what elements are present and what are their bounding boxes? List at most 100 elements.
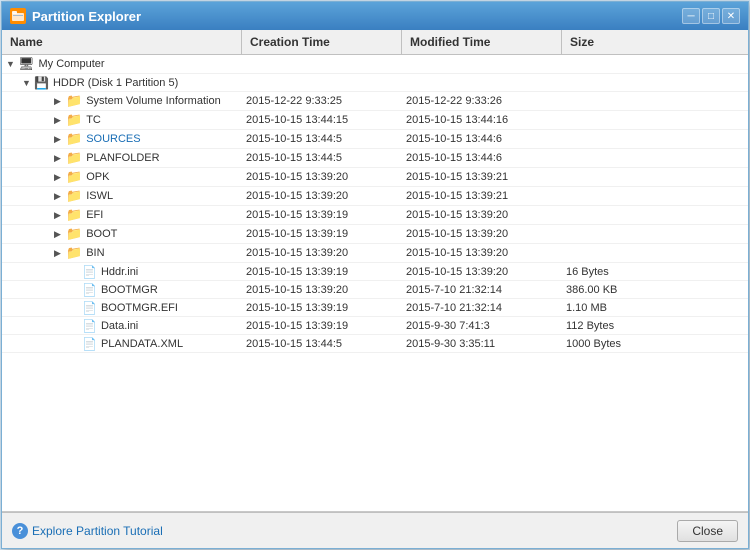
file-icon: 📄 bbox=[82, 337, 97, 351]
item-label[interactable]: Hddr.ini bbox=[101, 266, 138, 278]
tree-area[interactable]: ▼ 🖥 My Computer ▼ 💾 HDDR (Disk 1 Partiti… bbox=[2, 55, 748, 511]
item-name-cell[interactable]: ▶ 📁 OPK bbox=[2, 168, 242, 186]
folder-icon: 📁 bbox=[66, 112, 82, 128]
item-size: 1000 Bytes bbox=[562, 337, 682, 351]
item-label[interactable]: PLANFOLDER bbox=[86, 152, 159, 164]
item-label[interactable]: TC bbox=[86, 114, 101, 126]
file-icon: 📄 bbox=[82, 319, 97, 333]
item-label[interactable]: EFI bbox=[86, 209, 103, 221]
maximize-button[interactable]: □ bbox=[702, 8, 720, 24]
item-creation: 2015-10-15 13:39:20 bbox=[242, 170, 402, 184]
item-name-cell[interactable]: ▶ 📄 Hddr.ini bbox=[2, 264, 242, 280]
item-label[interactable]: BIN bbox=[86, 247, 104, 259]
item-size bbox=[562, 252, 682, 254]
item-modified: 2015-10-15 13:39:20 bbox=[402, 227, 562, 241]
expand-icon[interactable]: ▶ bbox=[54, 134, 64, 145]
hddr-name-cell[interactable]: ▼ 💾 HDDR (Disk 1 Partition 5) bbox=[2, 75, 242, 91]
item-creation: 2015-10-15 13:39:20 bbox=[242, 189, 402, 203]
item-name-cell[interactable]: ▶ 📄 Data.ini bbox=[2, 318, 242, 334]
tree-row: ▶ 📁 SOURCES 2015-10-15 13:44:5 2015-10-1… bbox=[2, 130, 748, 149]
tree-row: ▶ 📄 BOOTMGR.EFI 2015-10-15 13:39:19 2015… bbox=[2, 299, 748, 317]
mycomputer-label[interactable]: My Computer bbox=[39, 58, 105, 70]
item-label[interactable]: BOOT bbox=[86, 228, 117, 240]
item-name-cell[interactable]: ▶ 📁 ISWL bbox=[2, 187, 242, 205]
expand-icon[interactable]: ▶ bbox=[54, 172, 64, 183]
expand-icon[interactable]: ▶ bbox=[54, 96, 64, 107]
item-label[interactable]: ISWL bbox=[86, 190, 113, 202]
tree-row: ▶ 📄 Hddr.ini 2015-10-15 13:39:19 2015-10… bbox=[2, 263, 748, 281]
item-size: 1.10 MB bbox=[562, 301, 682, 315]
item-label[interactable]: BOOTMGR bbox=[101, 284, 158, 296]
no-expand: ▶ bbox=[70, 266, 80, 277]
item-size: 112 Bytes bbox=[562, 319, 682, 333]
content-area: Name Creation Time Modified Time Size ▼ … bbox=[2, 30, 748, 511]
file-icon: 📄 bbox=[82, 283, 97, 297]
column-header-row: Name Creation Time Modified Time Size bbox=[2, 30, 748, 55]
folder-icon: 📁 bbox=[66, 188, 82, 204]
expand-icon[interactable]: ▶ bbox=[54, 153, 64, 164]
item-creation: 2015-10-15 13:44:15 bbox=[242, 113, 402, 127]
item-name-cell[interactable]: ▶ 📁 SOURCES bbox=[2, 130, 242, 148]
col-creation: Creation Time bbox=[242, 30, 402, 54]
expand-icon-hddr[interactable]: ▼ bbox=[22, 78, 32, 88]
item-label[interactable]: Data.ini bbox=[101, 320, 138, 332]
item-size: 16 Bytes bbox=[562, 265, 682, 279]
item-size bbox=[562, 195, 682, 197]
hddr-creation bbox=[242, 82, 402, 84]
item-modified: 2015-10-15 13:44:6 bbox=[402, 132, 562, 146]
item-label[interactable]: BOOTMGR.EFI bbox=[101, 302, 178, 314]
minimize-button[interactable]: ─ bbox=[682, 8, 700, 24]
item-modified: 2015-9-30 7:41:3 bbox=[402, 319, 562, 333]
item-label[interactable]: PLANDATA.XML bbox=[101, 338, 183, 350]
item-label[interactable]: OPK bbox=[86, 171, 109, 183]
expand-icon-mycomputer[interactable]: ▼ bbox=[6, 59, 16, 69]
item-name-cell[interactable]: ▶ 📁 BOOT bbox=[2, 225, 242, 243]
item-size bbox=[562, 119, 682, 121]
item-creation: 2015-10-15 13:44:5 bbox=[242, 132, 402, 146]
tree-row: ▶ 📁 EFI 2015-10-15 13:39:19 2015-10-15 1… bbox=[2, 206, 748, 225]
tree-row: ▶ 📁 OPK 2015-10-15 13:39:20 2015-10-15 1… bbox=[2, 168, 748, 187]
item-label[interactable]: System Volume Information bbox=[86, 95, 221, 107]
tree-row-mycomputer: ▼ 🖥 My Computer bbox=[2, 55, 748, 74]
item-creation: 2015-10-15 13:39:19 bbox=[242, 319, 402, 333]
no-expand: ▶ bbox=[70, 302, 80, 313]
item-label[interactable]: SOURCES bbox=[86, 133, 140, 145]
item-modified: 2015-10-15 13:39:20 bbox=[402, 265, 562, 279]
no-expand: ▶ bbox=[70, 338, 80, 349]
item-name-cell[interactable]: ▶ 📄 BOOTMGR bbox=[2, 282, 242, 298]
tutorial-label[interactable]: Explore Partition Tutorial bbox=[32, 524, 163, 538]
item-name-cell[interactable]: ▶ 📁 TC bbox=[2, 111, 242, 129]
item-name-cell[interactable]: ▶ 📁 BIN bbox=[2, 244, 242, 262]
file-icon: 📄 bbox=[82, 265, 97, 279]
expand-icon[interactable]: ▶ bbox=[54, 210, 64, 221]
hddr-label[interactable]: HDDR (Disk 1 Partition 5) bbox=[53, 77, 178, 89]
folder-icon: 📁 bbox=[66, 207, 82, 223]
tutorial-link[interactable]: ? Explore Partition Tutorial bbox=[12, 523, 163, 539]
expand-icon[interactable]: ▶ bbox=[54, 191, 64, 202]
mycomputer-name-cell[interactable]: ▼ 🖥 My Computer bbox=[2, 55, 242, 73]
window-close-button[interactable]: ✕ bbox=[722, 8, 740, 24]
item-modified: 2015-7-10 21:32:14 bbox=[402, 301, 562, 315]
window-title: Partition Explorer bbox=[32, 9, 141, 24]
item-name-cell[interactable]: ▶ 📄 PLANDATA.XML bbox=[2, 336, 242, 352]
expand-icon[interactable]: ▶ bbox=[54, 248, 64, 259]
item-size bbox=[562, 138, 682, 140]
item-name-cell[interactable]: ▶ 📄 BOOTMGR.EFI bbox=[2, 300, 242, 316]
item-name-cell[interactable]: ▶ 📁 System Volume Information bbox=[2, 92, 242, 110]
expand-icon[interactable]: ▶ bbox=[54, 115, 64, 126]
bottom-bar: ? Explore Partition Tutorial Close bbox=[2, 512, 748, 548]
app-icon bbox=[10, 8, 26, 24]
expand-icon[interactable]: ▶ bbox=[54, 229, 64, 240]
item-size bbox=[562, 176, 682, 178]
title-bar-left: Partition Explorer bbox=[10, 8, 141, 24]
mycomputer-size bbox=[562, 63, 682, 65]
item-size bbox=[562, 157, 682, 159]
item-creation: 2015-10-15 13:39:19 bbox=[242, 227, 402, 241]
item-name-cell[interactable]: ▶ 📁 PLANFOLDER bbox=[2, 149, 242, 167]
col-name: Name bbox=[2, 30, 242, 54]
hddr-size bbox=[562, 82, 682, 84]
item-modified: 2015-10-15 13:39:20 bbox=[402, 208, 562, 222]
item-size bbox=[562, 214, 682, 216]
close-button[interactable]: Close bbox=[677, 520, 738, 542]
item-name-cell[interactable]: ▶ 📁 EFI bbox=[2, 206, 242, 224]
